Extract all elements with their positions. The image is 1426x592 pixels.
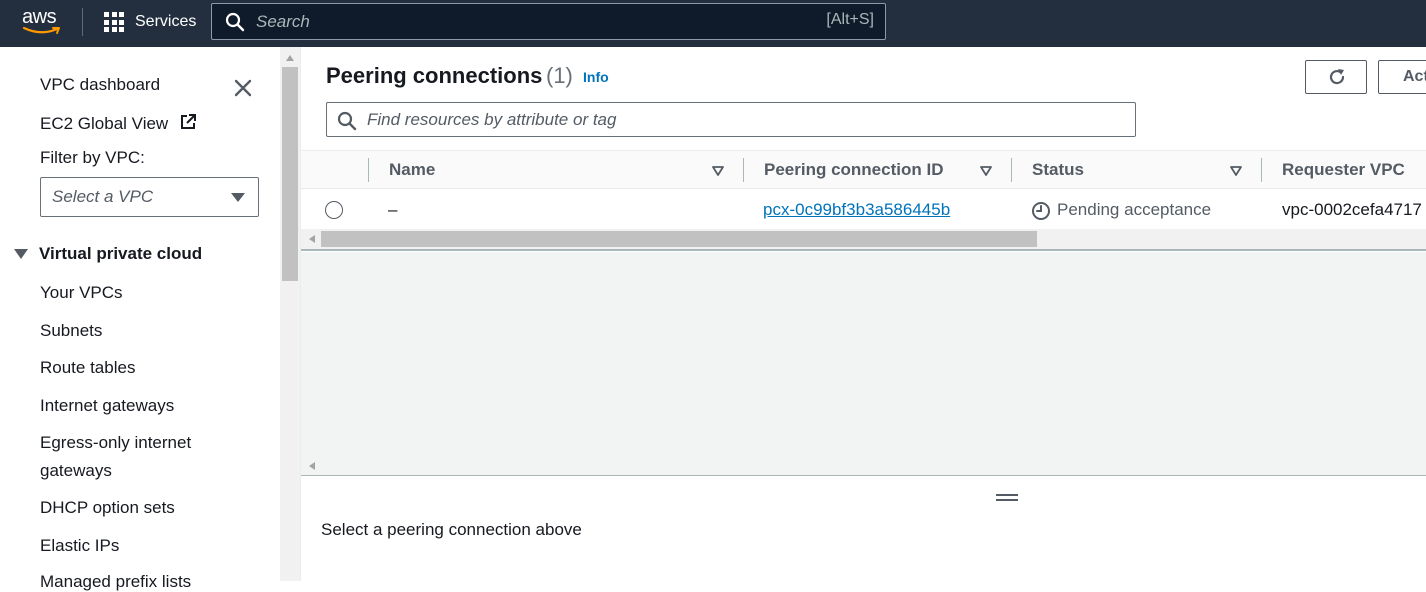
table-scrollbar-thumb[interactable] [321,231,1037,247]
sidebar-section-virtual-private-cloud[interactable]: Virtual private cloud [14,244,202,264]
column-divider [368,158,369,182]
scroll-left-arrow-icon[interactable] [309,462,315,470]
sidebar-item-egress-only-internet-gateways[interactable]: Egress-only internet [40,433,191,453]
external-link-icon [180,114,196,129]
cell-name: – [388,200,398,219]
top-navigation: aws Services [Alt+S] [0,0,1426,47]
scroll-up-arrow-icon[interactable] [286,55,294,61]
main-content: Peering connections (1) Info Act Name [300,47,1426,581]
sidebar-scrollbar[interactable] [280,47,300,581]
vpc-select-placeholder: Select a VPC [52,187,154,206]
search-icon [225,12,245,32]
cell-requester-vpc: vpc-0002cefa4717 [1282,200,1422,219]
section-title: Virtual private cloud [39,244,203,263]
split-panel: Select a peering connection above [301,475,1426,581]
close-icon[interactable] [233,78,253,98]
info-link[interactable]: Info [583,69,609,85]
sidebar-item-elastic-ips[interactable]: Elastic IPs [40,536,119,556]
actions-button[interactable]: Act [1378,60,1426,94]
cell-peering-connection-id-link[interactable]: pcx-0c99bf3b3a586445b [763,200,950,220]
global-search-input[interactable] [256,11,796,33]
refresh-button[interactable] [1305,60,1367,94]
split-panel-message: Select a peering connection above [321,520,582,539]
column-divider[interactable] [1261,158,1262,182]
sidebar-item-internet-gateways[interactable]: Internet gateways [40,396,174,416]
search-icon [337,111,357,131]
resource-filter-input[interactable] [367,109,1107,131]
aws-logo-text: aws [22,6,57,28]
column-divider[interactable] [743,158,744,182]
column-header-name[interactable]: Name [389,160,435,180]
resource-count: (1) [546,63,573,88]
global-search-box[interactable]: [Alt+S] [211,3,886,40]
sidebar-item-your-vpcs[interactable]: Your VPCs [40,283,123,303]
sort-icon[interactable] [980,166,992,176]
scroll-left-arrow-icon[interactable] [309,235,315,243]
table-header: Name Peering connection ID Status Reques… [301,150,1426,189]
page-title: Peering connections [326,63,543,88]
sidebar-item-egress-only-internet-gateways-line2[interactable]: gateways [40,461,112,481]
sidebar-item-vpc-dashboard[interactable]: VPC dashboard [40,75,160,95]
filter-by-vpc-label: Filter by VPC: [40,148,145,167]
column-divider[interactable] [1011,158,1012,182]
row-select-radio[interactable] [325,201,343,219]
sidebar-item-ec2-global-view[interactable]: EC2 Global View [40,113,197,134]
actions-button-label: Act [1403,68,1426,85]
table-horizontal-scrollbar[interactable] [301,229,1426,249]
aws-smile-icon [23,26,60,34]
sidebar-item-label: EC2 Global View [40,114,169,133]
column-header-peering-connection-id[interactable]: Peering connection ID [764,160,943,180]
sidebar-item-route-tables[interactable]: Route tables [40,358,135,378]
cell-status: Pending acceptance [1057,200,1212,219]
sidebar-item-dhcp-option-sets[interactable]: DHCP option sets [40,498,175,518]
split-panel-resize-handle[interactable] [996,494,1018,502]
pending-clock-icon [1032,202,1050,220]
peering-connections-table-card: Peering connections (1) Info Act Name [301,47,1426,252]
services-label: Services [135,13,197,30]
aws-logo[interactable]: aws [22,6,64,36]
caret-down-icon [14,248,28,259]
sort-icon[interactable] [1230,166,1242,176]
sidebar-item-managed-prefix-lists[interactable]: Managed prefix lists [40,572,191,592]
caret-down-icon [231,193,245,202]
refresh-icon [1329,69,1345,85]
sort-icon[interactable] [712,166,724,176]
sidebar-scrollbar-thumb[interactable] [282,67,298,281]
column-header-status[interactable]: Status [1032,160,1084,180]
services-menu-button[interactable]: Services [104,11,196,33]
grid-icon [104,12,124,32]
table-row[interactable]: – pcx-0c99bf3b3a586445b Pending acceptan… [301,189,1426,229]
vpc-filter-select[interactable]: Select a VPC [40,177,259,217]
sidebar-item-subnets[interactable]: Subnets [40,321,102,341]
resource-filter-box[interactable] [326,102,1136,137]
nav-divider [82,8,83,36]
table-card-divider [301,249,1426,251]
sidebar: VPC dashboard EC2 Global View Filter by … [0,47,280,591]
column-header-requester-vpc[interactable]: Requester VPC [1282,160,1405,180]
search-shortcut-hint: [Alt+S] [826,11,874,28]
